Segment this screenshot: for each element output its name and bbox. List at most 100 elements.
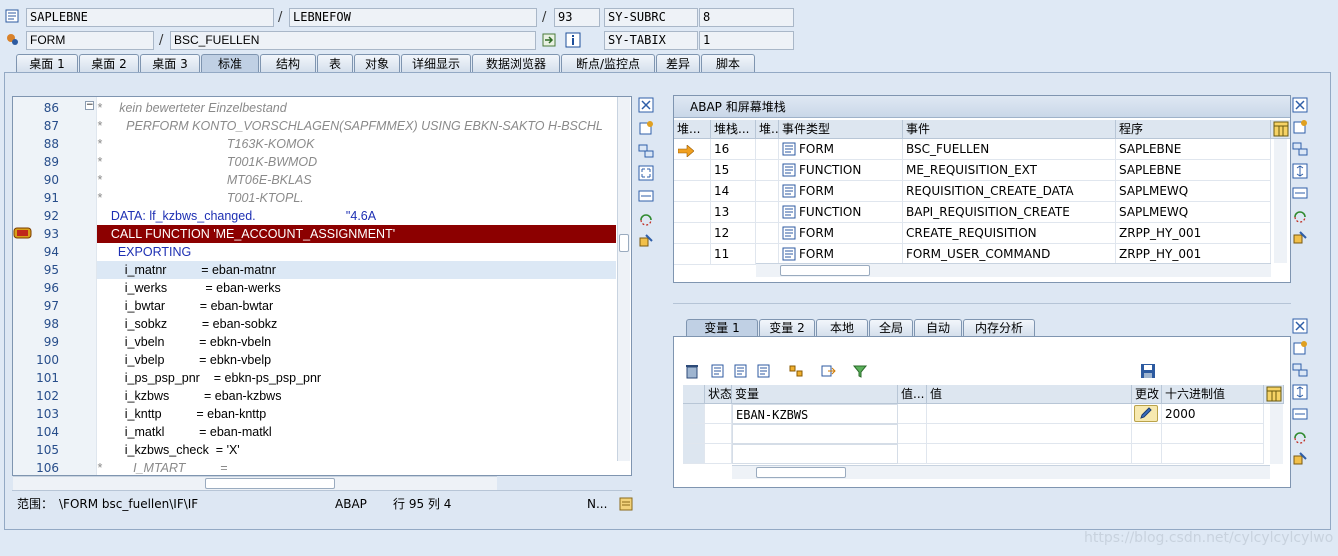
tab-6[interactable]: 表 [317, 54, 353, 73]
close-vars-icon[interactable] [1292, 318, 1308, 334]
new-tool-icon[interactable] [1292, 340, 1308, 356]
var-name-input[interactable]: EBAN-KZBWS [732, 404, 898, 424]
tab-5[interactable]: 结构 [260, 54, 316, 73]
refresh-icon[interactable] [638, 210, 654, 226]
event-name-field[interactable]: BSC_FUELLEN [170, 31, 536, 50]
var-tab-5[interactable]: 自动 [914, 319, 962, 337]
var-col-header[interactable]: 变量 [732, 385, 898, 404]
event-type-field[interactable]: FORM [26, 31, 154, 50]
stack-col-header[interactable]: 堆... [756, 120, 779, 139]
fullscreen-icon[interactable] [638, 165, 654, 181]
sysvar2-name[interactable]: SY-TABIX [604, 31, 698, 50]
stack-row[interactable]: 15 FUNCTION ME_REQUISITION_EXT SAPLEBNE [674, 160, 1271, 181]
save-icon[interactable] [1140, 363, 1156, 379]
tab-12[interactable]: 脚本 [701, 54, 755, 73]
var-col-header[interactable]: 值... [898, 385, 927, 404]
scroll-thumb[interactable] [756, 467, 846, 478]
var-tab-4[interactable]: 全局 [869, 319, 913, 337]
new-tool-icon[interactable] [1292, 119, 1308, 135]
stack-col-header[interactable]: 事件 [903, 120, 1116, 139]
switch-icon[interactable] [638, 143, 654, 159]
stack-col-header[interactable]: 堆... [674, 120, 711, 139]
delete-icon[interactable] [684, 363, 700, 379]
delete-row-icon[interactable] [756, 363, 772, 379]
program-field[interactable]: SAPLEBNE [26, 8, 274, 27]
tab-3[interactable]: 桌面 3 [140, 54, 200, 73]
scroll-thumb[interactable] [780, 265, 870, 276]
layout-icon-cell[interactable] [1271, 120, 1290, 139]
tab-7[interactable]: 对象 [354, 54, 400, 73]
include-field[interactable]: LEBNEFOW [289, 8, 537, 27]
var-col-header[interactable]: 值 [927, 385, 1132, 404]
stack-row[interactable]: 13 FUNCTION BAPI_REQUISITION_CREATE SAPLMEW… [674, 202, 1271, 223]
filter-icon[interactable] [852, 363, 868, 379]
stack-hscroll[interactable] [756, 263, 1271, 277]
stack-row[interactable]: 14 FORM REQUISITION_CREATE_DATA SAPLMEWQ [674, 181, 1271, 202]
var-col-header[interactable]: 更改 [1132, 385, 1162, 404]
stack-vscroll[interactable] [1274, 139, 1287, 263]
navigate-icon[interactable] [541, 32, 557, 48]
editor-hscroll[interactable] [13, 476, 497, 490]
tab-11[interactable]: 差异 [656, 54, 700, 73]
stack-row[interactable]: 11 FORM FORM_USER_COMMAND ZRPP_HY_001 [674, 244, 1271, 265]
stack-col-header[interactable]: 堆栈... [711, 120, 756, 139]
tab-1[interactable]: 桌面 1 [16, 54, 78, 73]
stack-row[interactable]: 16 FORM BSC_FUELLEN SAPLEBNE [674, 139, 1271, 160]
scroll-thumb[interactable] [205, 478, 335, 489]
var-layout-icon-cell[interactable] [1264, 385, 1284, 404]
var-change-cell[interactable] [1132, 424, 1162, 444]
settings-icon[interactable] [638, 232, 654, 248]
var-col-header[interactable]: 十六进制值 [1162, 385, 1264, 404]
var-tab-3[interactable]: 本地 [816, 319, 868, 337]
row-selector[interactable] [683, 444, 705, 464]
source-editor[interactable]: − 86 * kein bewerteter Einzelbestand 87 * P… [12, 96, 632, 476]
copy-row-icon[interactable] [733, 363, 749, 379]
editor-vscroll[interactable] [617, 97, 630, 461]
stack-col-header[interactable]: 程序 [1116, 120, 1271, 139]
refresh-icon[interactable] [1292, 428, 1308, 444]
tab-8[interactable]: 详细显示 [401, 54, 471, 73]
settings-icon[interactable] [1292, 229, 1308, 245]
close-stack-icon[interactable] [1292, 97, 1308, 113]
tab-2[interactable]: 桌面 2 [79, 54, 139, 73]
move-icon[interactable] [788, 363, 804, 379]
panel-splitter[interactable] [673, 303, 1291, 306]
var-change-cell[interactable] [1132, 404, 1162, 424]
close-panel-icon[interactable] [638, 97, 654, 113]
tab-4[interactable]: 标准 [201, 54, 259, 73]
var-tab-6[interactable]: 内存分析 [963, 319, 1035, 337]
export-icon[interactable] [820, 363, 836, 379]
switch-icon[interactable] [1292, 362, 1308, 378]
switch-icon[interactable] [1292, 141, 1308, 157]
tab-9[interactable]: 数据浏览器 [472, 54, 560, 73]
swap-layout-icon[interactable] [1292, 185, 1308, 201]
var-tab-2[interactable]: 变量 2 [759, 319, 815, 337]
insert-row-icon[interactable] [710, 363, 726, 379]
var-name-input[interactable] [732, 424, 898, 444]
expand-icon[interactable] [1292, 163, 1308, 179]
sysvar2-value[interactable]: 1 [699, 31, 794, 50]
scroll-thumb[interactable] [619, 234, 629, 252]
new-tool-icon[interactable] [638, 120, 654, 136]
vars-vscroll[interactable] [1270, 404, 1283, 464]
swap-layout-icon[interactable] [638, 188, 654, 204]
expand-icon[interactable] [1292, 384, 1308, 400]
line-field[interactable]: 93 [554, 8, 600, 27]
sysvar1-name[interactable]: SY-SUBRC [604, 8, 698, 27]
var-change-cell[interactable] [1132, 444, 1162, 464]
stack-row[interactable]: 12 FORM CREATE_REQUISITION ZRPP_HY_001 [674, 223, 1271, 244]
row-selector[interactable] [683, 404, 705, 424]
settings-icon[interactable] [1292, 450, 1308, 466]
var-name-input[interactable] [732, 444, 898, 464]
vars-hscroll[interactable] [732, 465, 1270, 479]
info-icon[interactable] [565, 32, 581, 48]
var-tab-1[interactable]: 变量 1 [686, 319, 758, 337]
refresh-icon[interactable] [1292, 207, 1308, 223]
swap-layout-icon[interactable] [1292, 406, 1308, 422]
tab-10[interactable]: 断点/监控点 [561, 54, 655, 73]
row-selector[interactable] [683, 424, 705, 444]
stack-col-header[interactable]: 事件类型 [779, 120, 903, 139]
var-col-header[interactable]: 状态 [705, 385, 732, 404]
notepad-icon[interactable] [619, 496, 633, 511]
edit-pencil-icon[interactable] [1134, 405, 1158, 422]
